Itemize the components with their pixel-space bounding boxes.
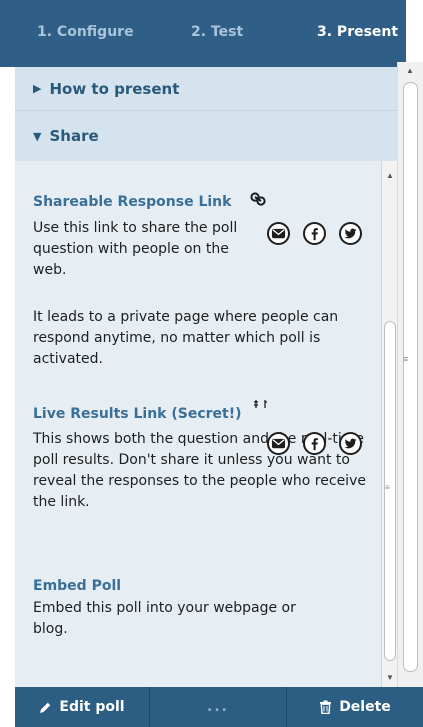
more-label: ... <box>207 699 229 715</box>
email-share-button[interactable] <box>267 432 290 455</box>
link-icon[interactable] <box>249 191 267 212</box>
edit-poll-label: Edit poll <box>59 699 125 715</box>
tab-configure[interactable]: 1. Configure <box>37 24 134 40</box>
facebook-share-button[interactable] <box>303 432 326 455</box>
shareable-description: Use this link to share the poll question… <box>33 220 238 278</box>
caret-down-icon: ▼ <box>33 129 42 143</box>
scroll-up-arrow-icon[interactable]: ▲ <box>406 66 414 75</box>
shareable-detail: It leads to a private page where people … <box>33 309 339 367</box>
section-title: How to present <box>49 79 180 98</box>
tab-present[interactable]: 3. Present <box>317 24 398 40</box>
inner-scrollbar[interactable]: ▲ ≡ ▼ <box>381 161 397 687</box>
delete-label: Delete <box>339 699 391 715</box>
facebook-share-button[interactable] <box>303 222 326 245</box>
delete-button[interactable]: Delete <box>287 687 423 727</box>
bottom-action-bar: Edit poll ... Delete <box>15 687 423 727</box>
section-how-to-present[interactable]: ▶ How to present <box>15 67 397 111</box>
shareable-link-title[interactable]: Shareable Response Link <box>33 194 373 210</box>
outer-scrollbar[interactable]: ▲ ≡ <box>397 62 423 687</box>
grip-icon: ≡ <box>403 354 409 364</box>
more-options-button[interactable]: ... <box>150 687 286 727</box>
trash-icon <box>319 700 332 714</box>
live-results-block: Live Results Link (Secret!) <box>33 406 373 422</box>
edit-poll-button[interactable]: Edit poll <box>15 687 149 727</box>
pencil-icon <box>39 701 52 714</box>
step-tabs-bar: 1. Configure 2. Test 3. Present <box>0 0 406 67</box>
embed-description: Embed this poll into your webpage or blo… <box>33 600 296 637</box>
live-results-title[interactable]: Live Results Link (Secret!) <box>33 406 373 422</box>
facebook-icon <box>311 438 318 451</box>
twitter-icon <box>344 438 357 449</box>
broken-link-icon[interactable] <box>253 397 269 416</box>
email-icon <box>271 438 286 449</box>
tab-test[interactable]: 2. Test <box>191 24 243 40</box>
section-title: Share <box>49 127 99 145</box>
embed-block: Embed Poll <box>33 578 373 594</box>
scroll-up-arrow-icon[interactable]: ▲ <box>386 171 394 180</box>
twitter-share-button[interactable] <box>339 432 362 455</box>
email-icon <box>271 228 286 239</box>
scroll-down-arrow-icon[interactable]: ▼ <box>386 673 394 682</box>
facebook-icon <box>311 228 318 241</box>
caret-right-icon: ▶ <box>33 82 42 95</box>
section-share[interactable]: ▼ Share <box>15 111 397 161</box>
email-share-button[interactable] <box>267 222 290 245</box>
grip-icon: ≡ <box>385 483 390 492</box>
twitter-share-button[interactable] <box>339 222 362 245</box>
outer-scroll-thumb[interactable] <box>403 82 418 672</box>
share-panel: Shareable Response Link Use this link to… <box>15 161 397 687</box>
twitter-icon <box>344 228 357 239</box>
embed-title[interactable]: Embed Poll <box>33 578 373 594</box>
shareable-link-block: Shareable Response Link <box>33 194 373 210</box>
